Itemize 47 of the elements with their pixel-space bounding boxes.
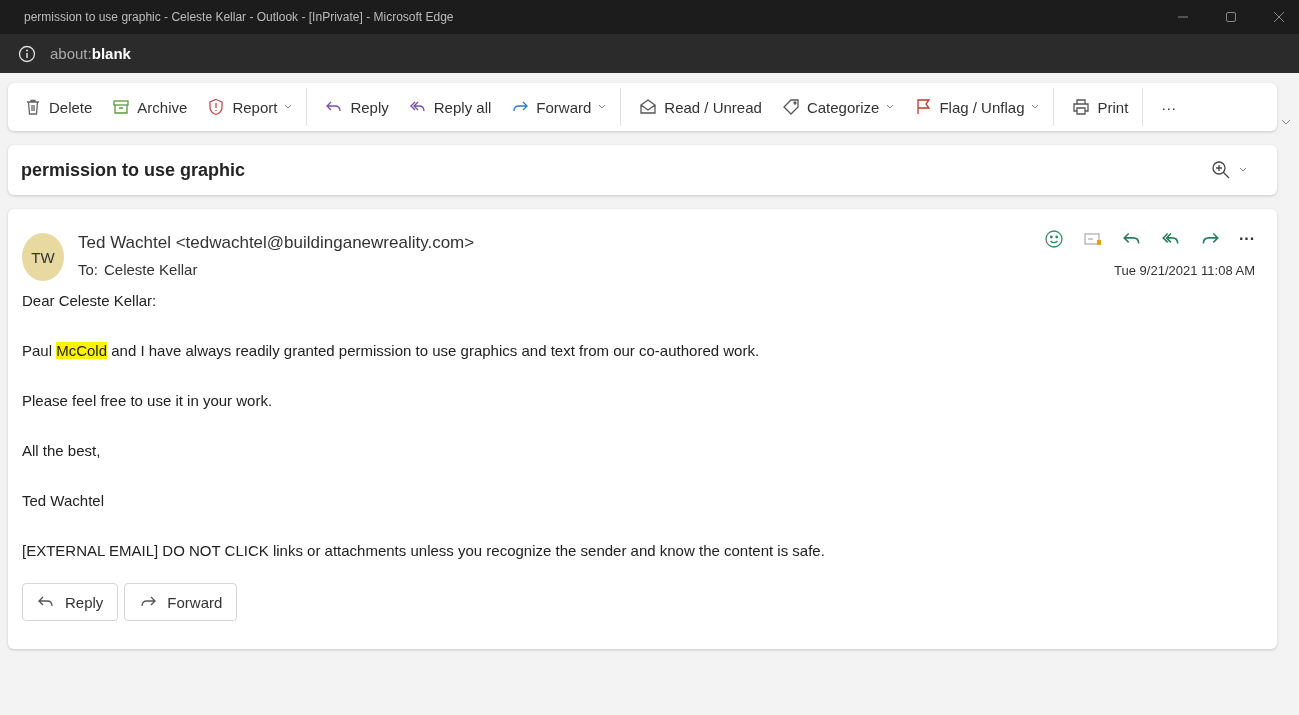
caret-icon: [284, 104, 293, 110]
printer-icon: [1072, 98, 1091, 116]
address-url[interactable]: about:blank: [50, 45, 131, 62]
info-icon[interactable]: [18, 44, 36, 63]
avatar: TW: [22, 233, 64, 281]
body-paragraph: Please feel free to use it in your work.: [22, 391, 274, 411]
shield-icon: [207, 98, 226, 116]
window-title: permission to use graphic - Celeste Kellar - Outlook - [InPrivate] - Microsoft Edge: [24, 10, 454, 24]
body-paragraph: Ted Wachtel: [22, 491, 105, 511]
toolbar-button[interactable]: Flag / Unflag: [906, 88, 1055, 126]
recipient[interactable]: Celeste Kellar: [104, 261, 198, 278]
body-paragraph: All the best,: [22, 441, 102, 461]
reply-button[interactable]: Reply: [22, 583, 119, 621]
toolbar-button[interactable]: Reply all: [400, 92, 500, 122]
toolbar-button[interactable]: ···: [1153, 92, 1185, 122]
trash-icon: [24, 98, 42, 116]
archive-box-icon: [112, 98, 131, 116]
maximize-icon[interactable]: [1225, 11, 1237, 23]
smiley-icon[interactable]: [1044, 229, 1064, 249]
sender[interactable]: Ted Wachtel <tedwachtel@buildinganewreality.com>: [78, 233, 1044, 253]
envelope-icon: [639, 98, 658, 116]
zoom-button[interactable]: [1211, 160, 1247, 180]
body-paragraph: Dear Celeste Kellar:: [22, 291, 158, 311]
close-icon[interactable]: [1273, 11, 1285, 23]
more-button[interactable]: ···: [1239, 230, 1255, 248]
caret-icon: [886, 104, 895, 110]
body-paragraph: [EXTERNAL EMAIL] DO NOT CLICK links or attachments unless you recognize the sender and know the content is safe.: [22, 541, 826, 561]
toolbar-button[interactable]: Archive: [104, 92, 196, 122]
forward-button[interactable]: Forward: [124, 583, 238, 621]
flag-icon: [914, 98, 933, 116]
caret-icon: [598, 104, 607, 110]
zoom-icon: [1211, 160, 1231, 180]
toolbar-button[interactable]: Delete: [16, 92, 101, 122]
subject-title: permission to use graphic: [21, 159, 246, 181]
toolbar-button[interactable]: Read / Unread: [631, 92, 770, 122]
toolbar-button[interactable]: Print: [1064, 88, 1144, 126]
to-label: To:: [78, 261, 98, 278]
chevron-down-icon[interactable]: [1281, 118, 1291, 126]
tag-icon: [781, 98, 800, 116]
toolbar-button[interactable]: Reply: [317, 92, 397, 122]
caret-icon: [1239, 167, 1247, 173]
toolbar-button[interactable]: Categorize: [773, 92, 903, 122]
body-paragraph: Paul McCold and I have always readily granted permission to use graphics and text from our co-authored work.: [22, 341, 761, 361]
toolbar-button[interactable]: Forward: [503, 88, 622, 126]
caret-icon: [1031, 104, 1040, 110]
message-date: Tue 9/21/2021 11:08 AM: [1114, 263, 1255, 278]
toolbar-button[interactable]: Report: [199, 88, 308, 126]
